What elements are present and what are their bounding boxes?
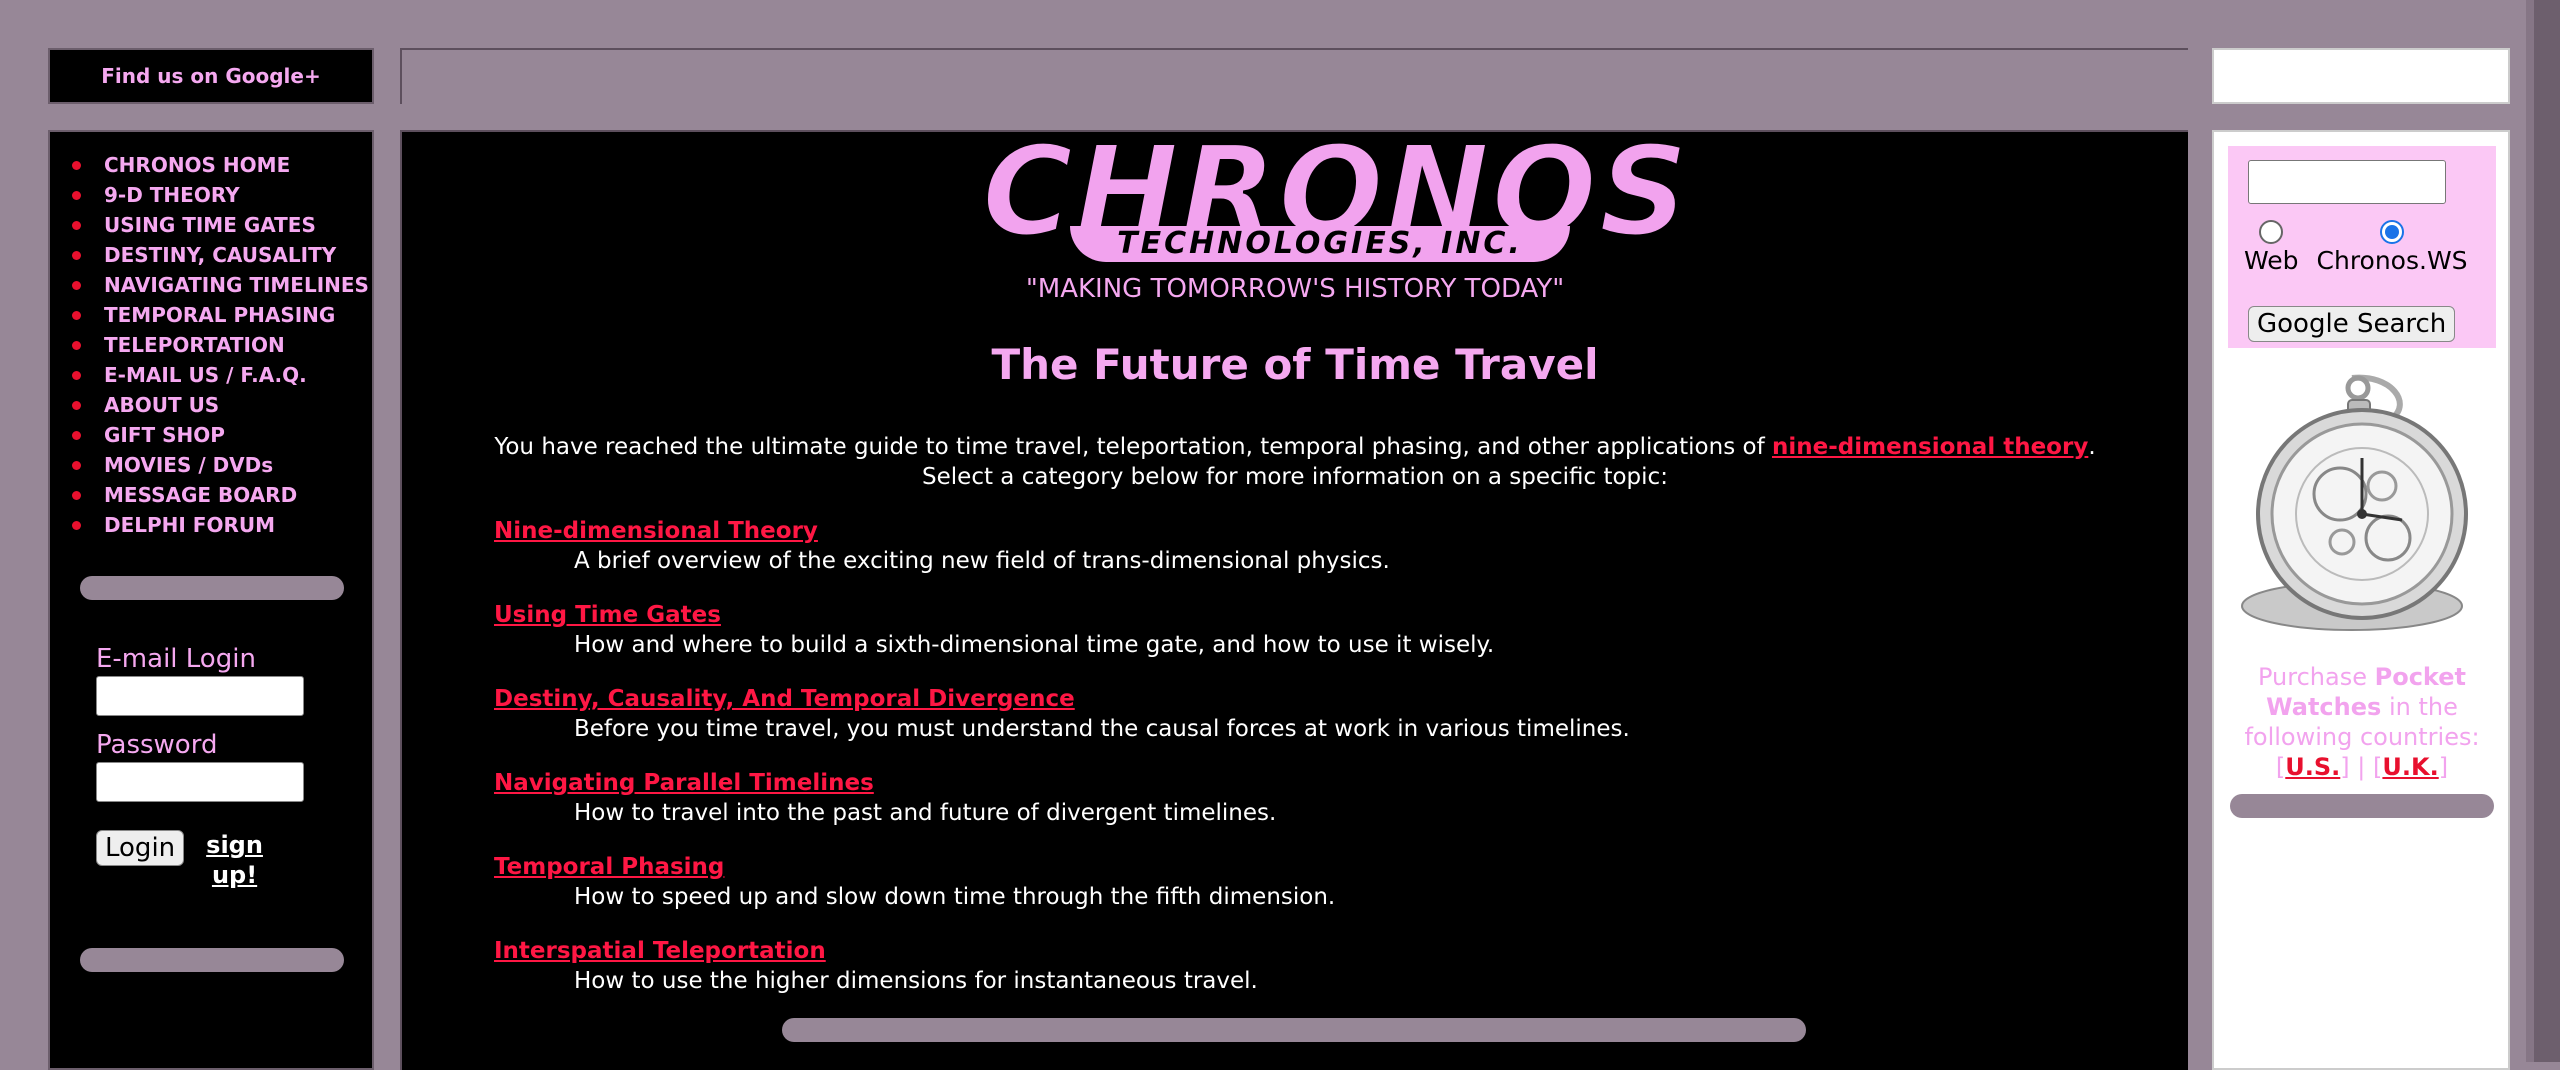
- pocket-watch-promo: Purchase Pocket Watches in the following…: [2218, 662, 2506, 782]
- nav-item-home[interactable]: CHRONOS HOME: [72, 150, 372, 180]
- nav-link[interactable]: TELEPORTATION: [104, 333, 285, 357]
- radio-site-circle[interactable]: [2380, 220, 2405, 244]
- top-banner-area: [400, 48, 2188, 104]
- radio-site-label: Chronos.WS: [2316, 246, 2468, 275]
- topic-description: How and where to build a sixth-dimension…: [574, 632, 1495, 658]
- right-sidebar: Web Chronos.WS Google Search Purchase Po…: [2212, 130, 2510, 1070]
- intro-prefix: You have reached the ultimate guide to t…: [494, 434, 1772, 460]
- topic-link[interactable]: Destiny, Causality, And Temporal Diverge…: [494, 684, 2094, 714]
- login-actions: Login sign up!: [96, 830, 304, 890]
- promo-purchase: Purchase: [2258, 663, 2375, 691]
- email-label: E-mail Login: [96, 644, 256, 674]
- login-button[interactable]: Login: [96, 830, 185, 866]
- nav-link[interactable]: TEMPORAL PHASING: [104, 303, 335, 327]
- topic-description: How to speed up and slow down time throu…: [574, 884, 1336, 910]
- bracket-open: [: [2373, 753, 2383, 781]
- nav-link[interactable]: DESTINY, CAUSALITY: [104, 243, 336, 267]
- topic-description: How to use the higher dimensions for ins…: [574, 968, 1258, 994]
- nav-link[interactable]: MOVIES / DVDs: [104, 453, 273, 477]
- topic-link[interactable]: Nine-dimensional Theory: [494, 516, 2094, 546]
- nine-dimensional-theory-link[interactable]: nine-dimensional theory: [1772, 434, 2088, 460]
- intro-suffix: .: [2088, 434, 2096, 460]
- radio-web[interactable]: Web: [2244, 220, 2299, 275]
- main-content: CHRONOS TECHNOLOGIES, INC. "MAKING TOMOR…: [400, 129, 2188, 1070]
- window-edge: [2526, 0, 2534, 1062]
- divider-pill: [80, 576, 344, 600]
- nav-item-movies[interactable]: MOVIES / DVDs: [72, 450, 372, 480]
- bracket-open: [: [2275, 753, 2286, 781]
- nav-item-destiny[interactable]: DESTINY, CAUSALITY: [72, 240, 372, 270]
- nav-item-email[interactable]: E-MAIL US / F.A.Q.: [72, 360, 372, 390]
- nav-link[interactable]: DELPHI FORUM: [104, 513, 275, 537]
- nav-item-phasing[interactable]: TEMPORAL PHASING: [72, 300, 372, 330]
- nav-item-teleportation[interactable]: TELEPORTATION: [72, 330, 372, 360]
- topic-link[interactable]: Temporal Phasing: [494, 852, 2094, 882]
- password-label: Password: [96, 730, 218, 760]
- topic-list: Nine-dimensional Theory A brief overview…: [494, 516, 2094, 1020]
- left-sidebar: CHRONOS HOME 9-D THEORY USING TIME GATES…: [48, 130, 374, 1070]
- google-search-box: Web Chronos.WS Google Search: [2228, 146, 2496, 348]
- topic-description: How to travel into the past and future o…: [574, 800, 1277, 826]
- nav-link[interactable]: GIFT SHOP: [104, 423, 225, 447]
- nav-link[interactable]: NAVIGATING TIMELINES: [104, 273, 369, 297]
- search-input[interactable]: [2248, 160, 2446, 204]
- google-search-button[interactable]: Google Search: [2248, 306, 2456, 342]
- signup-line2: up!: [211, 861, 258, 889]
- nav-item-timelines[interactable]: NAVIGATING TIMELINES: [72, 270, 372, 300]
- topic-link[interactable]: Using Time Gates: [494, 600, 2094, 630]
- search-scope: Web Chronos.WS: [2244, 220, 2468, 275]
- list-item: Temporal Phasing How to speed up and slo…: [494, 852, 2094, 936]
- topic-description: A brief overview of the exciting new fie…: [574, 548, 1390, 574]
- pocket-watch-image[interactable]: [2232, 374, 2488, 642]
- topic-description: Before you time travel, you must underst…: [574, 716, 1630, 742]
- nav-item-9d-theory[interactable]: 9-D THEORY: [72, 180, 372, 210]
- divider-pill: [80, 948, 344, 972]
- divider-pill: [782, 1018, 1806, 1042]
- nav-link[interactable]: ABOUT US: [104, 393, 219, 417]
- bracket-close: ]: [2340, 753, 2350, 781]
- topic-link[interactable]: Navigating Parallel Timelines: [494, 768, 2094, 798]
- radio-web-circle[interactable]: [2259, 220, 2284, 244]
- topic-link[interactable]: Interspatial Teleportation: [494, 936, 2094, 966]
- slogan: "MAKING TOMORROW'S HISTORY TODAY": [1025, 274, 1565, 304]
- radio-web-label: Web: [2244, 246, 2299, 275]
- signup-link[interactable]: sign up!: [206, 830, 263, 890]
- nav-item-message-board[interactable]: MESSAGE BOARD: [72, 480, 372, 510]
- chronos-logo[interactable]: CHRONOS TECHNOLOGIES, INC.: [981, 129, 1690, 268]
- google-plus-link[interactable]: Find us on Google+: [48, 48, 374, 104]
- list-item: Interspatial Teleportation How to use th…: [494, 936, 2094, 1020]
- radio-site[interactable]: Chronos.WS: [2317, 220, 2468, 275]
- login-form: E-mail Login Password Login sign up!: [96, 644, 304, 890]
- page-title: The Future of Time Travel: [991, 340, 1599, 389]
- nav-item-time-gates[interactable]: USING TIME GATES: [72, 210, 372, 240]
- signup-line1: sign: [206, 831, 263, 859]
- nav-link[interactable]: MESSAGE BOARD: [104, 483, 297, 507]
- separator: |: [2357, 753, 2366, 781]
- list-item: Using Time Gates How and where to build …: [494, 600, 2094, 684]
- nav-list: CHRONOS HOME 9-D THEORY USING TIME GATES…: [50, 132, 372, 540]
- nav-item-delphi-forum[interactable]: DELPHI FORUM: [72, 510, 372, 540]
- intro-line2: Select a category below for more informa…: [922, 464, 1668, 490]
- bracket-close: ]: [2438, 753, 2449, 781]
- uk-store-link[interactable]: U.K.: [2382, 753, 2438, 781]
- nav-link[interactable]: USING TIME GATES: [104, 213, 316, 237]
- nav-link[interactable]: E-MAIL US / F.A.Q.: [104, 363, 307, 387]
- email-field[interactable]: [96, 676, 304, 716]
- list-item: Nine-dimensional Theory A brief overview…: [494, 516, 2094, 600]
- list-item: Destiny, Causality, And Temporal Diverge…: [494, 684, 2094, 768]
- divider-pill: [2230, 794, 2494, 818]
- window-edge-shadow: [2534, 0, 2560, 1062]
- nav-item-about[interactable]: ABOUT US: [72, 390, 372, 420]
- nav-link[interactable]: 9-D THEORY: [104, 183, 240, 207]
- us-store-link[interactable]: U.S.: [2285, 753, 2340, 781]
- logo-subtitle: TECHNOLOGIES, INC.: [1070, 226, 1570, 262]
- nav-item-gift-shop[interactable]: GIFT SHOP: [72, 420, 372, 450]
- intro-text: You have reached the ultimate guide to t…: [402, 432, 2188, 492]
- top-right-box: [2212, 48, 2510, 104]
- list-item: Navigating Parallel Timelines How to tra…: [494, 768, 2094, 852]
- nav-link[interactable]: CHRONOS HOME: [104, 153, 290, 177]
- password-field[interactable]: [96, 762, 304, 802]
